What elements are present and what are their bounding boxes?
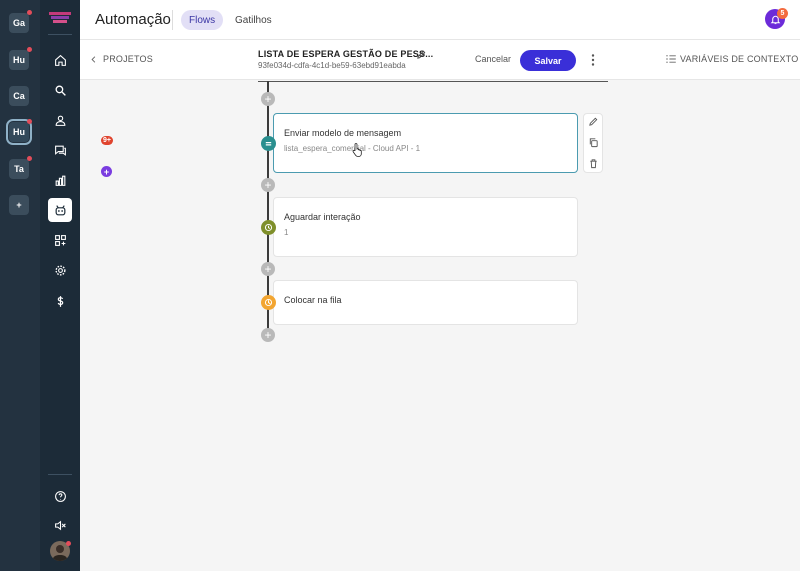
add-step-button[interactable]: + bbox=[261, 178, 275, 192]
clock-icon bbox=[264, 223, 273, 232]
more-options-icon[interactable] bbox=[590, 53, 596, 67]
top-bar: Automação Flows Gatilhos 5 bbox=[80, 0, 800, 40]
flow-toolbar: PROJETOS LISTA DE ESPERA GESTÃO DE PESS.… bbox=[80, 40, 800, 80]
copy-icon[interactable] bbox=[588, 137, 599, 148]
node-title: Colocar na fila bbox=[284, 295, 342, 305]
add-workspace-button[interactable]: + bbox=[9, 195, 29, 215]
divider bbox=[48, 474, 72, 475]
context-variables-label: VARIÁVEIS DE CONTEXTO bbox=[680, 54, 799, 64]
add-step-button[interactable]: + bbox=[261, 92, 275, 106]
nav-reports[interactable] bbox=[48, 168, 72, 192]
node-subtitle: 1 bbox=[284, 228, 289, 237]
workspace-dot bbox=[27, 47, 32, 52]
workspace-ta[interactable]: Ta bbox=[9, 156, 32, 179]
bot-icon bbox=[55, 204, 65, 215]
nav-contacts[interactable] bbox=[48, 108, 72, 132]
node-title: Enviar modelo de mensagem bbox=[284, 128, 402, 138]
apps-icon bbox=[54, 234, 66, 246]
edit-pencil-icon[interactable] bbox=[416, 49, 427, 60]
home-icon bbox=[54, 54, 66, 66]
brand-logo bbox=[49, 12, 71, 23]
nav-automation[interactable] bbox=[48, 198, 72, 222]
page-title: Automação bbox=[95, 11, 171, 28]
dollar-icon bbox=[57, 295, 63, 307]
workspace-label: Hu bbox=[13, 127, 25, 137]
node-type-badge bbox=[261, 136, 276, 151]
plus-icon: + bbox=[264, 92, 272, 106]
node-actions bbox=[583, 113, 603, 173]
chevron-left-icon bbox=[91, 55, 96, 63]
node-type-badge bbox=[261, 295, 276, 310]
back-label: PROJETOS bbox=[103, 54, 153, 64]
node-title: Aguardar interação bbox=[284, 212, 361, 222]
canvas-divider bbox=[258, 81, 608, 82]
workspace-ga[interactable]: Ga bbox=[9, 10, 32, 33]
add-step-button[interactable]: + bbox=[261, 328, 275, 342]
workspace-hu[interactable]: Hu bbox=[9, 47, 32, 70]
workspace-label: Ca bbox=[13, 91, 25, 101]
user-icon bbox=[55, 115, 65, 126]
workspace-label: + bbox=[16, 200, 22, 210]
gear-icon bbox=[54, 264, 66, 276]
chat-icon bbox=[54, 145, 66, 156]
nav-settings[interactable] bbox=[48, 258, 72, 282]
plus-icon: + bbox=[264, 262, 272, 276]
plus-icon: + bbox=[264, 178, 272, 192]
divider bbox=[172, 10, 173, 30]
list-icon bbox=[666, 55, 676, 63]
help-icon bbox=[54, 490, 66, 502]
nav-search[interactable] bbox=[48, 78, 72, 102]
tab-gatilhos[interactable]: Gatilhos bbox=[227, 10, 280, 30]
nav-home[interactable] bbox=[48, 48, 72, 72]
search-icon bbox=[55, 85, 66, 96]
flow-node-send-template[interactable]: Enviar modelo de mensagem lista_espera_c… bbox=[273, 113, 578, 173]
avatar-status-dot bbox=[66, 541, 71, 546]
workspace-dot bbox=[27, 119, 32, 124]
workspace-rail: Ga Hu Ca Hu Ta + bbox=[0, 0, 40, 571]
nav-billing[interactable] bbox=[48, 289, 72, 313]
mute-icon bbox=[54, 520, 66, 530]
flow-canvas[interactable]: + Enviar modelo de mensagem lista_espera… bbox=[80, 81, 800, 571]
nav-help[interactable] bbox=[48, 484, 72, 508]
workspace-ca[interactable]: Ca bbox=[9, 86, 29, 106]
divider bbox=[48, 34, 72, 35]
save-button[interactable]: Salvar bbox=[520, 50, 576, 71]
flow-name: LISTA DE ESPERA GESTÃO DE PESS... bbox=[258, 49, 434, 59]
nav-chats[interactable] bbox=[48, 138, 72, 162]
trash-icon[interactable] bbox=[588, 158, 599, 169]
flow-id: 93fe034d-cdfa-4c1d-be59-63ebd91eabda bbox=[258, 61, 406, 70]
flow-node-wait-interaction[interactable]: Aguardar interação 1 bbox=[273, 197, 578, 257]
message-icon bbox=[265, 141, 272, 146]
workspace-label: Ga bbox=[12, 18, 25, 28]
queue-icon bbox=[264, 298, 273, 307]
workspace-dot bbox=[27, 10, 32, 15]
add-step-button[interactable]: + bbox=[261, 262, 275, 276]
node-type-badge bbox=[261, 220, 276, 235]
cancel-button[interactable]: Cancelar bbox=[475, 54, 511, 64]
nav-integrations[interactable] bbox=[48, 228, 72, 252]
workspace-hu-active[interactable]: Hu bbox=[6, 119, 32, 145]
back-to-projects-link[interactable]: PROJETOS bbox=[90, 54, 153, 64]
hand-cursor-icon bbox=[352, 143, 362, 157]
workspace-label: Hu bbox=[13, 55, 25, 65]
workspace-dot bbox=[27, 156, 32, 161]
notification-badge: 5 bbox=[777, 8, 788, 19]
context-variables-button[interactable]: VARIÁVEIS DE CONTEXTO bbox=[666, 54, 798, 64]
nav-sound[interactable] bbox=[48, 513, 72, 537]
workspace-label: Ta bbox=[14, 164, 24, 174]
chart-icon bbox=[55, 175, 65, 186]
tab-flows[interactable]: Flows bbox=[181, 10, 224, 30]
main-nav: 9+ + bbox=[40, 0, 113, 571]
plus-icon: + bbox=[264, 328, 272, 342]
flow-node-queue[interactable]: Colocar na fila bbox=[273, 280, 578, 325]
edit-pencil-icon[interactable] bbox=[588, 116, 599, 127]
